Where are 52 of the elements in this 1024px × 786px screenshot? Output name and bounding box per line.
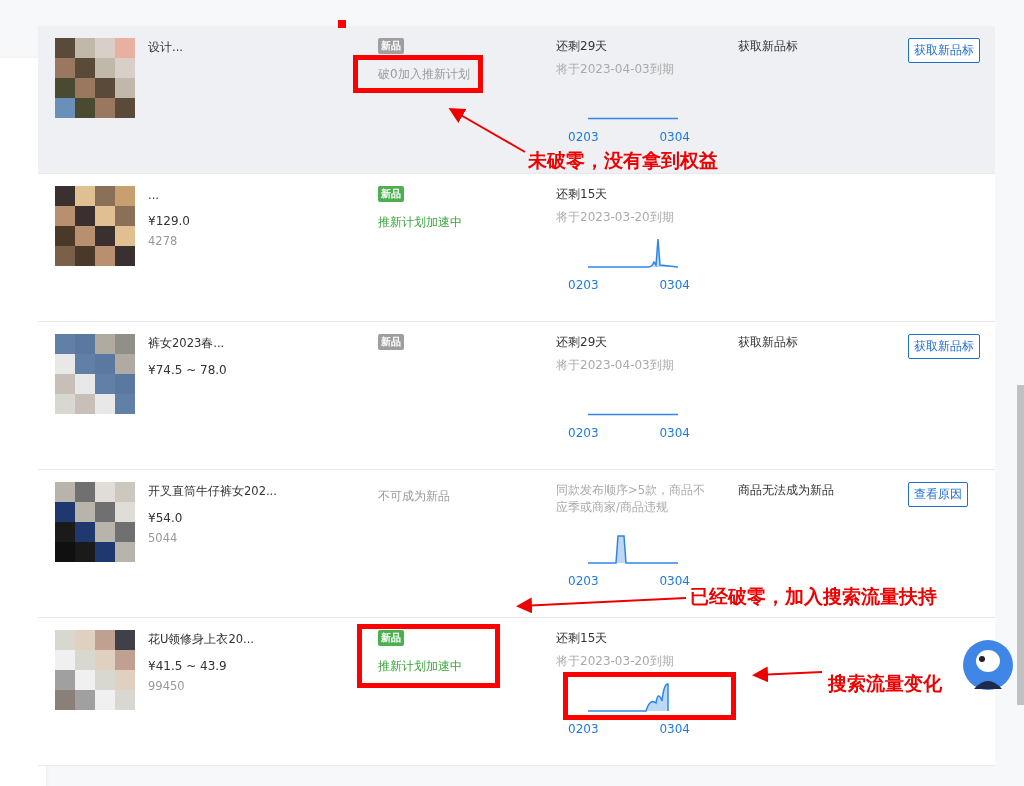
axis-label: 0304: [659, 574, 690, 588]
product-price: ¥41.5 ~ 43.9: [148, 659, 227, 673]
expiry-date: 将于2023-03-20到期: [556, 653, 674, 670]
benefit-label: 商品无法成为新品: [738, 482, 834, 499]
scrollbar[interactable]: [1017, 385, 1024, 705]
days-remaining: 还剩15天: [556, 186, 608, 203]
annotation-text: 未破零，没有拿到权益: [528, 148, 718, 173]
product-title: 花U领修身上衣20...: [148, 632, 255, 647]
days-remaining: 还剩29天: [556, 334, 608, 351]
reason-text: 同款发布顺序>5款，商品不应季或商家/商品违规: [556, 482, 706, 516]
action-button[interactable]: 获取新品标: [908, 38, 980, 63]
axis-label: 0304: [659, 426, 690, 440]
days-remaining: 还剩29天: [556, 38, 608, 55]
product-price: ¥129.0: [148, 214, 190, 228]
expiry-date: 将于2023-04-03到期: [556, 61, 674, 78]
product-title: 裤女2023春...: [148, 336, 225, 351]
axis-label: 0304: [659, 278, 690, 292]
days-remaining: 还剩15天: [556, 630, 608, 647]
benefit-label: 获取新品标: [738, 38, 798, 55]
annotation-marker: [338, 20, 346, 28]
new-tag: 新品: [378, 186, 404, 202]
product-title: 开叉直筒牛仔裤女202...: [148, 484, 277, 499]
annotation-text: 已经破零，加入搜索流量扶持: [690, 585, 937, 609]
plan-status: 破0加入推新计划: [378, 66, 470, 83]
assistant-avatar-icon[interactable]: [962, 639, 1014, 691]
arrow: [752, 666, 823, 683]
benefit-label: 获取新品标: [738, 334, 798, 351]
product-price: ¥54.0: [148, 511, 183, 525]
new-tag: 新品: [378, 630, 404, 646]
product-id: 99450: [148, 679, 185, 693]
product-price: ¥74.5 ~ 78.0: [148, 363, 227, 377]
plan-status: 推新计划加速中: [378, 658, 462, 675]
axis-label: 0304: [659, 130, 690, 144]
product-title: 设计...: [148, 40, 183, 55]
action-button[interactable]: 获取新品标: [908, 334, 980, 359]
product-title: ...: [148, 188, 159, 202]
axis-label: 0203: [568, 278, 599, 292]
plan-status: 不可成为新品: [378, 488, 450, 505]
axis-label: 0203: [568, 574, 599, 588]
annotation-text: 搜索流量变化: [828, 671, 942, 696]
expiry-date: 将于2023-03-20到期: [556, 209, 674, 226]
axis-label: 0203: [568, 130, 599, 144]
product-id: 5044: [148, 531, 178, 545]
product-id: 4278: [148, 234, 178, 248]
axis-label: 0203: [568, 722, 599, 736]
axis-label: 0203: [568, 426, 599, 440]
new-tag: 新品: [378, 334, 404, 350]
expiry-date: 将于2023-04-03到期: [556, 357, 674, 374]
action-button[interactable]: 查看原因: [908, 482, 968, 507]
new-tag: 新品: [378, 38, 404, 54]
plan-status: 推新计划加速中: [378, 214, 462, 231]
axis-label: 0304: [659, 722, 690, 736]
